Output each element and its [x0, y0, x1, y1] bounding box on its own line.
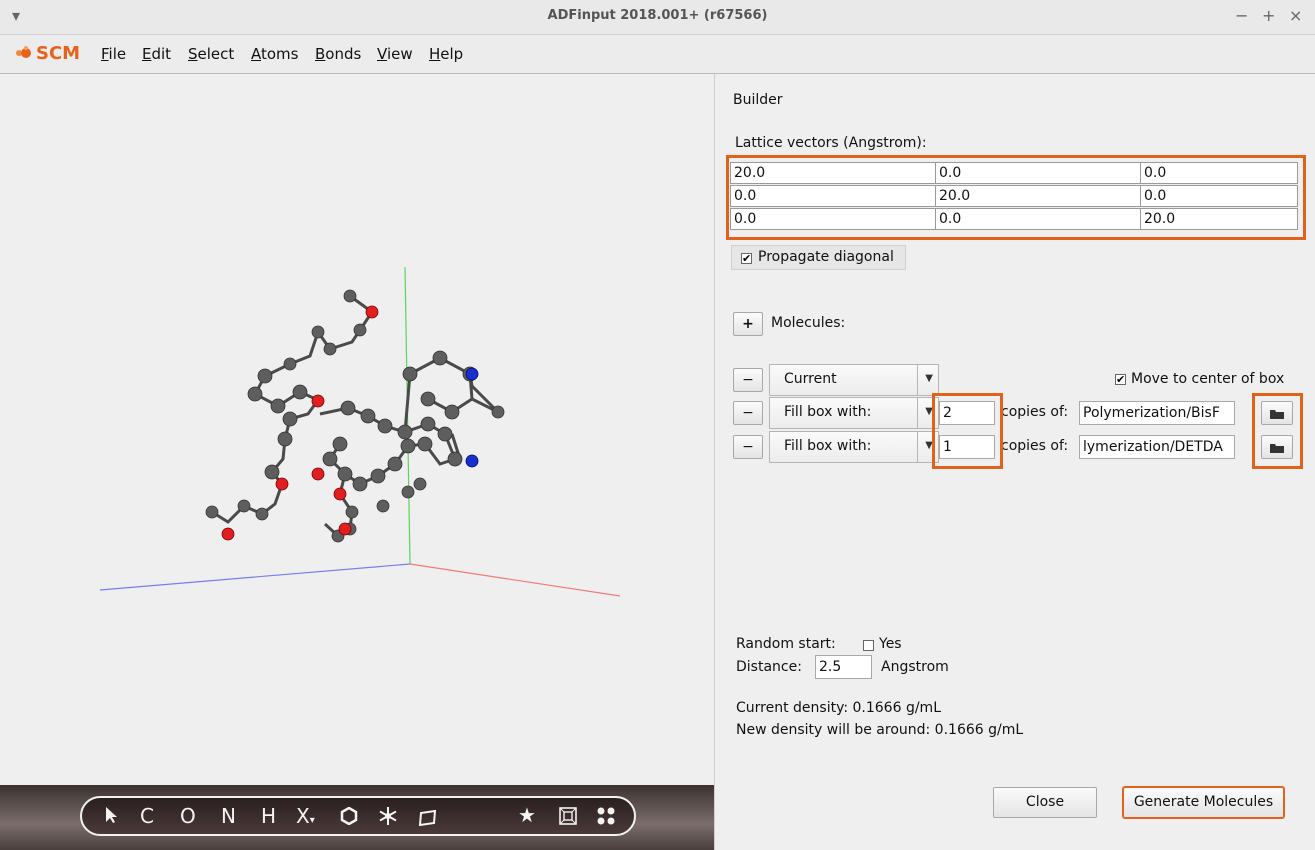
box-icon[interactable] [558, 806, 578, 831]
menu-file[interactable]: File [101, 45, 126, 63]
lattice-cell[interactable]: 0.0 [935, 162, 1141, 184]
menu-bonds[interactable]: Bonds [315, 45, 361, 63]
snowflake-icon[interactable] [378, 806, 398, 831]
add-molecule-button[interactable]: + [733, 312, 763, 336]
other-element-label: X [296, 804, 310, 828]
distance-input[interactable]: 2.5 [815, 655, 872, 679]
viewer-toolbar: C O N H X▾ ★ [80, 796, 636, 836]
z-axis-line [99, 563, 411, 591]
folder-highlight [1252, 393, 1303, 469]
lattice-label: Lattice vectors (Angstrom): [735, 135, 927, 151]
plane-icon[interactable] [418, 807, 438, 831]
combo-separator [917, 365, 918, 395]
random-start-checkbox[interactable] [863, 640, 874, 651]
minimize-button[interactable]: − [1235, 6, 1248, 25]
carbon-tool[interactable]: C [140, 804, 154, 828]
move-to-center-checkbox[interactable]: ✔ [1115, 374, 1126, 385]
combo-separator [917, 398, 918, 428]
hexagon-icon[interactable] [340, 806, 358, 830]
propagate-checkbox[interactable]: ✔ [741, 253, 752, 264]
molecule-source-select[interactable]: Current ▼ [769, 364, 939, 396]
builder-heading: Builder [733, 92, 783, 108]
close-window-button[interactable]: × [1289, 6, 1302, 25]
lattice-cell[interactable]: 20.0 [730, 162, 936, 184]
menu-help[interactable]: Help [429, 45, 463, 63]
new-density-text: New density will be around: 0.1666 g/mL [736, 722, 1024, 738]
molecule-file-input[interactable]: Polymerization/BisF [1079, 401, 1235, 425]
dots-icon[interactable] [596, 806, 616, 831]
molecules-label: Molecules: [771, 315, 846, 331]
menu-view[interactable]: View [377, 45, 413, 63]
random-start-yes-label: Yes [879, 636, 902, 652]
oxygen-tool[interactable]: O [180, 804, 196, 828]
dropdown-arrow-icon: ▾ [309, 815, 315, 826]
nitrogen-tool[interactable]: N [221, 804, 236, 828]
lattice-cell[interactable]: 0.0 [1140, 162, 1298, 184]
star-icon[interactable]: ★ [518, 803, 536, 827]
lattice-cell[interactable]: 20.0 [935, 185, 1141, 207]
molecule-source-value: Fill box with: [784, 438, 872, 454]
molecule-canvas[interactable] [0, 74, 714, 785]
copies-of-label: copies of: [1001, 438, 1069, 454]
hydrogen-tool[interactable]: H [261, 804, 276, 828]
propagate-diagonal-toggle[interactable]: ✔ Propagate diagonal [731, 245, 906, 270]
pointer-icon[interactable] [104, 805, 118, 829]
molecule-source-value: Fill box with: [784, 404, 872, 420]
other-element-tool[interactable]: X▾ [296, 804, 315, 828]
lattice-cell[interactable]: 0.0 [935, 208, 1141, 230]
remove-molecule-button[interactable]: − [733, 401, 763, 425]
distance-label: Distance: [736, 659, 802, 675]
scm-logo-icon [16, 46, 31, 58]
menu-bar: SCM File Edit Select Atoms Bonds View He… [0, 35, 1315, 74]
atom-carbons [205, 289, 505, 543]
random-start-label: Random start: [736, 636, 836, 652]
menu-select[interactable]: Select [188, 45, 234, 63]
title-bar: ▾ ADFinput 2018.001+ (r67566) − + × [0, 0, 1315, 35]
close-button[interactable]: Close [993, 787, 1097, 818]
count-highlight [932, 393, 1003, 469]
propagate-label: Propagate diagonal [758, 249, 894, 265]
maximize-button[interactable]: + [1262, 6, 1275, 25]
remove-molecule-button[interactable]: − [733, 435, 763, 459]
molecule-source-value: Current [784, 371, 837, 387]
distance-unit-label: Angstrom [881, 659, 949, 675]
scm-logo[interactable]: SCM [14, 43, 80, 64]
chevron-down-icon: ▼ [925, 373, 933, 384]
window-title: ADFinput 2018.001+ (r67566) [547, 8, 768, 23]
molecule-file-input[interactable]: lymerization/DETDA [1079, 435, 1235, 459]
generate-molecules-button[interactable]: Generate Molecules [1123, 787, 1284, 818]
x-axis-line [409, 563, 621, 597]
move-to-center-label: Move to center of box [1131, 371, 1285, 387]
lattice-cell[interactable]: 20.0 [1140, 208, 1298, 230]
molecule-source-select[interactable]: Fill box with: ▼ [769, 431, 939, 463]
lattice-cell[interactable]: 0.0 [730, 185, 936, 207]
menu-atoms[interactable]: Atoms [251, 45, 299, 63]
molecule-viewer[interactable] [0, 74, 715, 850]
remove-molecule-button[interactable]: − [733, 368, 763, 392]
lattice-cell[interactable]: 0.0 [730, 208, 936, 230]
molecule-source-select[interactable]: Fill box with: ▼ [769, 397, 939, 429]
combo-separator [917, 432, 918, 462]
lattice-cell[interactable]: 0.0 [1140, 185, 1298, 207]
menu-edit[interactable]: Edit [142, 45, 171, 63]
current-density-text: Current density: 0.1666 g/mL [736, 700, 941, 716]
copies-of-label: copies of: [1001, 404, 1069, 420]
scm-logo-text: SCM [36, 43, 81, 64]
